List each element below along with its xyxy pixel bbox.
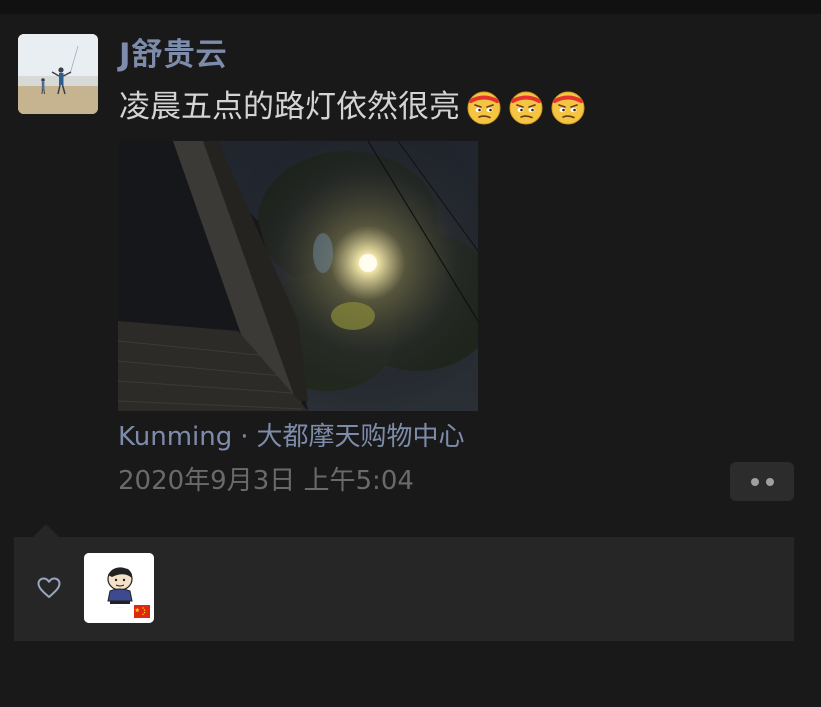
post-timestamp: 2020年9月3日 上午5:04: [118, 466, 414, 496]
post-text-row: 凌晨五点的路灯依然很亮: [119, 86, 586, 128]
smirk-face-icon: [508, 89, 544, 125]
smirk-face-icon: [550, 89, 586, 125]
svg-text:· · · ·: · · · ·: [116, 606, 124, 610]
moments-post: J舒贵云 凌晨五点的路灯依然很亮 Kunming · 大都摩天购物中心 2020…: [0, 14, 821, 707]
post-location[interactable]: Kunming · 大都摩天购物中心: [118, 420, 465, 454]
post-photo[interactable]: [118, 141, 478, 411]
author-avatar[interactable]: [18, 34, 98, 114]
liker-avatar[interactable]: · · · ·: [84, 553, 154, 623]
more-actions-button[interactable]: [730, 462, 794, 501]
likes-panel-pointer: [33, 524, 59, 537]
likes-panel: · · · ·: [14, 537, 794, 641]
more-dots-icon: [750, 477, 759, 486]
author-avatar-image: [18, 34, 98, 114]
top-bar: [0, 0, 821, 14]
location-city: Kunming: [118, 422, 233, 452]
smirk-face-icon: [466, 89, 502, 125]
location-place: 大都摩天购物中心: [256, 422, 465, 452]
more-dots-icon: [765, 477, 774, 486]
location-separator: ·: [240, 422, 249, 452]
post-text: 凌晨五点的路灯依然很亮: [119, 89, 460, 125]
cartoon-avatar-with-flag: · · · ·: [84, 553, 154, 623]
night-street-lamp-photo: [118, 141, 478, 411]
author-name[interactable]: J舒贵云: [119, 35, 228, 75]
heart-outline-icon: [36, 575, 62, 601]
